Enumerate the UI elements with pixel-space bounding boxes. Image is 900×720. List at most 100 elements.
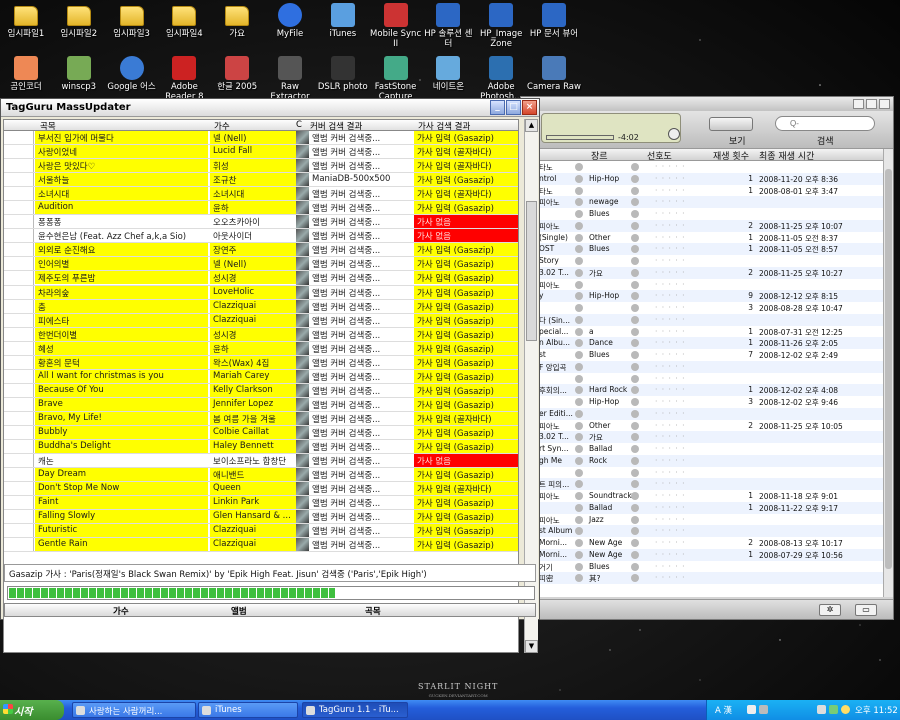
album-arrow-icon[interactable]: [575, 562, 583, 571]
album-arrow-icon[interactable]: [575, 362, 583, 371]
ime-indicator[interactable]: A 漢: [715, 704, 732, 716]
track-row[interactable]: 피아노 Soundtrack · · · · · 1 2008-11-18 오후 9:0…: [521, 490, 883, 502]
album-arrow-icon[interactable]: [575, 374, 583, 383]
genre-arrow-icon[interactable]: [631, 362, 639, 371]
album-arrow-icon[interactable]: [575, 386, 583, 395]
tagguru-titlebar[interactable]: TagGuru MassUpdater: [1, 99, 539, 117]
track-row[interactable]: 피아노 · · · · ·: [521, 279, 883, 291]
genre-arrow-icon[interactable]: [631, 339, 639, 348]
album-arrow-icon[interactable]: [575, 315, 583, 324]
desktop-shortcut[interactable]: winscp3: [51, 56, 107, 92]
track-row[interactable]: · · · · · 3 2008-08-28 오후 10:47: [521, 302, 883, 314]
scroll-down-icon[interactable]: ▼: [525, 640, 538, 653]
album-arrow-icon[interactable]: [575, 339, 583, 348]
album-arrow-icon[interactable]: [575, 327, 583, 336]
close-icon[interactable]: ×: [522, 100, 537, 115]
genre-arrow-icon[interactable]: [631, 198, 639, 207]
desktop-shortcut[interactable]: 임시파일4: [156, 3, 212, 39]
album-arrow-icon[interactable]: [575, 221, 583, 230]
track-row[interactable]: rt Syn... Ballad · · · · ·: [521, 443, 883, 455]
track-row[interactable]: · · · · ·: [521, 373, 883, 385]
minimize-icon[interactable]: [853, 99, 864, 109]
album-arrow-icon[interactable]: [575, 468, 583, 477]
genre-arrow-icon[interactable]: [631, 492, 639, 500]
desktop-shortcut[interactable]: Adobe Reader 8: [156, 56, 212, 102]
album-arrow-icon[interactable]: [575, 163, 583, 171]
table-row[interactable]: Gentle Rain Clazziquai 앨범 커버 검색중... 가사 입력 (…: [4, 538, 518, 553]
genre-arrow-icon[interactable]: [631, 562, 639, 571]
desktop-shortcut[interactable]: Camera Raw: [526, 56, 582, 92]
table-row[interactable]: 캐논 보이소프라노 합창단 앨범 커버 검색중... 가사 없음: [4, 454, 518, 469]
album-arrow-icon[interactable]: [575, 456, 583, 465]
itunes-lcd-toggle-icon[interactable]: [668, 128, 680, 140]
desktop-shortcut[interactable]: 임시파일2: [51, 3, 107, 39]
desktop-shortcut[interactable]: HP 문서 뷰어: [526, 3, 582, 39]
track-row[interactable]: (Single) Other · · · · · 1 2008-11-05 오전 8:3…: [521, 232, 883, 244]
album-arrow-icon[interactable]: [575, 433, 583, 442]
maximize-icon[interactable]: [866, 99, 877, 109]
gear-icon[interactable]: ✲: [819, 604, 841, 616]
table-row[interactable]: 인어의별 넬 (Nell) 앨범 커버 검색중... 가사 입력 (Gasazip): [4, 257, 518, 272]
genre-arrow-icon[interactable]: [631, 351, 639, 359]
table-row[interactable]: 사랑은 맛있다♡ 휘성 앨범 커버 검색중... 가사 입력 (골자바다): [4, 159, 518, 174]
taskbar-button[interactable]: iTunes: [198, 702, 298, 718]
track-row[interactable]: st Album · · · · ·: [521, 525, 883, 537]
album-arrow-icon[interactable]: [575, 304, 583, 312]
track-row[interactable]: 다 (Sin... · · · · ·: [521, 313, 883, 326]
search-input[interactable]: [775, 116, 875, 131]
table-row[interactable]: Don't Stop Me Now Queen 앨범 커버 검색중... 가사 입력 …: [4, 482, 518, 497]
table-row[interactable]: 외외로 순진해요 장연주 앨범 커버 검색중... 가사 입력 (Gasazip): [4, 243, 518, 258]
table-row[interactable]: Bravo, My Life! 봄 여름 가을 겨울 앨범 커버 검색중... 가사 …: [4, 411, 518, 426]
desktop-shortcut[interactable]: 네이트온: [420, 56, 476, 92]
track-row[interactable]: 피아노 · · · · · 2 2008-11-25 오후 10:07: [521, 219, 883, 232]
genre-arrow-icon[interactable]: [631, 503, 639, 512]
desktop-shortcut[interactable]: HP 솔루션 센터: [420, 3, 476, 49]
table-row[interactable]: 퐁퐁퐁 오오츠카아이 앨범 커버 검색중... 가사 없음: [4, 215, 518, 230]
album-arrow-icon[interactable]: [575, 210, 583, 218]
taskbar-button[interactable]: TagGuru 1.1 - iTu...: [302, 702, 408, 718]
taskbar-button[interactable]: 사랑하는 사람꺼리...: [72, 702, 196, 718]
scroll-up-icon[interactable]: ▲: [525, 119, 538, 132]
network-icon[interactable]: [817, 705, 826, 714]
table-row[interactable]: 부서진 입가에 머물다 넬 (Nell) 앨범 커버 검색중... 가사 입력 (Ga…: [4, 131, 518, 146]
messenger-icon[interactable]: [841, 705, 850, 714]
genre-arrow-icon[interactable]: [631, 515, 639, 524]
genre-arrow-icon[interactable]: [631, 268, 639, 277]
scroll-thumb[interactable]: [885, 169, 892, 569]
table-row[interactable]: 한번더이별 성시경 앨범 커버 검색중... 가사 입력 (Gasazip): [4, 327, 518, 342]
table-row[interactable]: Futuristic Clazziquai 앨범 커버 검색중... 가사 입력 (G…: [4, 524, 518, 539]
column-cover-short[interactable]: C: [296, 120, 302, 130]
track-row[interactable]: y Hip-Hop · · · · · 9 2008-12-12 오후 8:15: [521, 290, 883, 302]
genre-arrow-icon[interactable]: [631, 398, 639, 406]
minimize-icon[interactable]: _: [490, 100, 505, 115]
browser-toggle-icon[interactable]: ▭: [855, 604, 877, 616]
track-row[interactable]: Morni... New Age · · · · · 1 2008-07-29 오후 1…: [521, 548, 883, 561]
desktop-shortcut[interactable]: Mobile Sync II: [368, 3, 424, 49]
track-row[interactable]: Morni... New Age · · · · · 2 2008-08-13 오후 1…: [521, 537, 883, 549]
table-row[interactable]: 황혼의 문턱 왁스(Wax) 4집 앨범 커버 검색중... 가사 입력 (Gasaz…: [4, 355, 518, 370]
table-row[interactable]: Day Dream 애니밴드 앨범 커버 검색중... 가사 입력 (Gasazip): [4, 468, 518, 483]
genre-arrow-icon[interactable]: [631, 421, 639, 430]
album-arrow-icon[interactable]: [575, 280, 583, 289]
album-arrow-icon[interactable]: [575, 186, 583, 195]
genre-arrow-icon[interactable]: [631, 445, 639, 453]
album-arrow-icon[interactable]: [575, 492, 583, 500]
desktop-shortcut[interactable]: 곰인코더: [0, 56, 54, 92]
track-row[interactable]: F 앙입곡 · · · · ·: [521, 360, 883, 373]
desktop-shortcut[interactable]: DSLR photo: [315, 56, 371, 92]
table-row[interactable]: Because Of You Kelly Clarkson 앨범 커버 검색중...…: [4, 383, 518, 398]
table-row[interactable]: Bubbly Colbie Caillat 앨범 커버 검색중... 가사 입력 (G…: [4, 425, 518, 441]
genre-arrow-icon[interactable]: [631, 210, 639, 218]
desktop-shortcut[interactable]: 한글 2005: [209, 56, 265, 92]
genre-arrow-icon[interactable]: [631, 550, 639, 559]
track-row[interactable]: 거기 Blues · · · · ·: [521, 561, 883, 573]
track-row[interactable]: 트 피의... · · · · ·: [521, 478, 883, 490]
tagguru-window[interactable]: TagGuru MassUpdater _ □ × 곡목 가수 C 커버 검색 …: [0, 98, 540, 653]
track-row[interactable]: 피아노 newage · · · · ·: [521, 196, 883, 208]
bottom-title-label[interactable]: 곡목: [365, 605, 381, 617]
desktop-shortcut[interactable]: 임시파일3: [104, 3, 160, 39]
genre-arrow-icon[interactable]: [631, 315, 639, 324]
track-row[interactable]: er Editi... · · · · ·: [521, 407, 883, 420]
table-row[interactable]: 서울하늘 조규찬 ManiaDB-500x500 가사 입력 (Gasazip): [4, 173, 518, 188]
genre-arrow-icon[interactable]: [631, 386, 639, 395]
